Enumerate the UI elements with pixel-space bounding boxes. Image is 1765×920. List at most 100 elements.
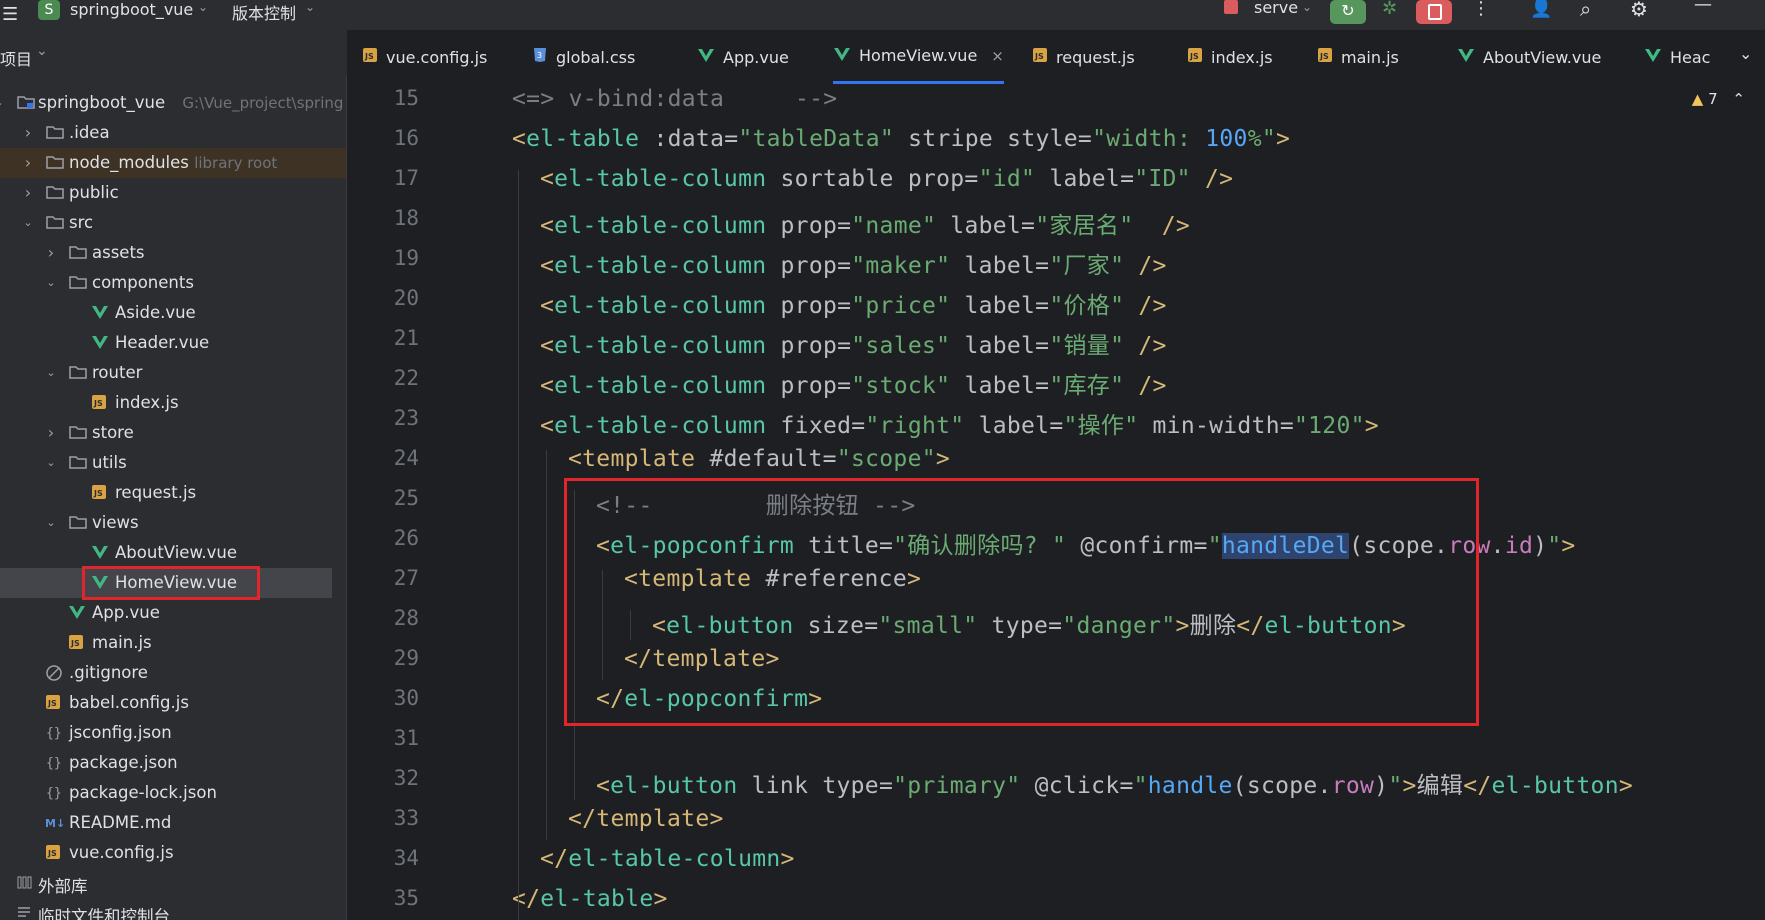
line-number: 21 <box>393 326 419 350</box>
code-token: /> <box>1138 293 1167 319</box>
line-gutter: 15 16 17 18 19 20 21 22 23 24 25 26 27 28 29 30 31 32 33 34… <box>347 84 452 920</box>
tab-index-js[interactable]: JS index.js <box>1187 30 1273 84</box>
line-number: 28 <box>393 606 419 630</box>
minimize-icon[interactable]: — <box>1694 0 1712 15</box>
tab-main-js[interactable]: JS main.js <box>1317 30 1399 84</box>
code-line[interactable]: <el-table :data="tableData" stripe style… <box>512 126 1290 152</box>
tab-homeview-vue[interactable]: HomeView.vue × <box>833 30 1004 84</box>
tree-item[interactable]: {} jsconfig.json <box>0 718 346 748</box>
run-config-name[interactable]: serve <box>1254 0 1298 17</box>
chevron-down-icon[interactable]: ⌄ <box>46 367 56 378</box>
tab-app-vue[interactable]: App.vue <box>697 30 789 84</box>
tree-item[interactable]: JS vue.config.js <box>0 838 346 868</box>
code-token: label= <box>1035 166 1135 192</box>
tree-item-label: package.json <box>69 753 178 772</box>
tree-folder-utils[interactable]: ⌄ utils <box>0 448 346 478</box>
code-token: prop= <box>766 213 852 239</box>
tree-item[interactable]: Header.vue <box>0 328 346 358</box>
chevron-down-icon[interactable]: ⌄ <box>305 0 315 14</box>
run-config-icon[interactable] <box>1224 0 1238 14</box>
code-token: /> <box>1161 213 1190 239</box>
tree-item[interactable]: AboutView.vue <box>0 538 346 568</box>
chevron-right-icon[interactable]: › <box>46 425 56 441</box>
debug-icon[interactable]: ✲ <box>1382 0 1397 19</box>
line-number: 34 <box>393 846 419 870</box>
tab-aboutview-vue[interactable]: AboutView.vue <box>1457 30 1601 84</box>
code-line[interactable]: <el-table-column prop="name" label="家居名"… <box>540 206 1190 240</box>
svg-text:JS: JS <box>47 699 57 708</box>
code-editor[interactable]: ▲ 7 ⌃ <=> v-bind:data --> <el-table :data… <box>452 84 1765 920</box>
tree-folder-src[interactable]: ⌄ src <box>0 208 346 238</box>
code-token: < <box>540 333 555 359</box>
code-line[interactable]: </el-table> <box>512 886 668 912</box>
code-token: prop= <box>766 333 852 359</box>
tree-folder-views[interactable]: ⌄ views <box>0 508 346 538</box>
chevron-down-icon[interactable]: ⌄ <box>46 517 56 528</box>
chevron-right-icon[interactable]: › <box>23 125 33 141</box>
run-button[interactable]: ↻ <box>1330 0 1366 24</box>
tree-folder-components[interactable]: ⌄ components <box>0 268 346 298</box>
tab-heac[interactable]: Heac <box>1644 30 1710 84</box>
warning-count[interactable]: ▲ 7 ⌃ <box>1692 90 1745 108</box>
project-name[interactable]: springboot_vue <box>70 0 193 19</box>
code-line[interactable]: <el-button link type="primary" @click="h… <box>596 766 1633 800</box>
code-line[interactable]: <=> v-bind:data --> <box>512 86 837 112</box>
code-token: %" <box>1247 126 1276 152</box>
tree-item[interactable]: App.vue <box>0 598 346 628</box>
chevron-right-icon[interactable]: › <box>23 155 33 171</box>
code-line[interactable]: <template #default="scope"> <box>568 446 950 472</box>
gear-icon[interactable]: ⚙ <box>1630 0 1648 21</box>
code-line[interactable]: <el-table-column prop="sales" label="销量"… <box>540 326 1167 360</box>
code-line[interactable]: <el-table-column prop="price" label="价格"… <box>540 286 1167 320</box>
main-menu-icon[interactable]: ☰ <box>2 4 18 25</box>
code-line[interactable]: <el-table-column fixed="right" label="操作… <box>540 406 1379 440</box>
chevron-down-icon[interactable]: ⌄ <box>46 277 56 288</box>
tree-item[interactable]: {} package-lock.json <box>0 778 346 808</box>
chevron-down-icon[interactable]: ⌄ <box>36 43 48 59</box>
tree-item[interactable]: {} package.json <box>0 748 346 778</box>
tree-item[interactable]: 外部库 <box>0 868 346 898</box>
vcs-menu[interactable]: 版本控制 <box>232 0 296 24</box>
stop-button[interactable] <box>1416 0 1452 24</box>
tree-folder-springboot-vue[interactable]: ⌄ springboot_vue G:\Vue_project\spring <box>0 88 346 118</box>
tree-folder-assets[interactable]: › assets <box>0 238 346 268</box>
close-icon[interactable]: × <box>991 47 1004 65</box>
tree-folder--idea[interactable]: › .idea <box>0 118 346 148</box>
chevron-down-icon[interactable]: ⌄ <box>46 457 56 468</box>
tab-request-js[interactable]: JS request.js <box>1032 30 1135 84</box>
js-file-icon: JS <box>45 694 61 714</box>
more-icon[interactable]: ⋮ <box>1472 0 1490 19</box>
tree-folder-public[interactable]: › public <box>0 178 346 208</box>
tree-item[interactable]: .gitignore <box>0 658 346 688</box>
code-line[interactable]: </template> <box>568 806 724 832</box>
tree-item[interactable]: Aside.vue <box>0 298 346 328</box>
tree-item[interactable]: JS index.js <box>0 388 346 418</box>
code-line[interactable]: <el-table-column sortable prop="id" labe… <box>540 166 1233 192</box>
tree-item[interactable]: M↓ README.md <box>0 808 346 838</box>
chevron-right-icon[interactable]: › <box>23 185 33 201</box>
tree-item[interactable]: JS request.js <box>0 478 346 508</box>
add-user-icon[interactable]: 👤 <box>1530 0 1552 19</box>
tree-folder-node-modules[interactable]: › node_modules library root <box>0 148 346 178</box>
project-badge[interactable]: S <box>38 0 60 20</box>
tree-item[interactable]: 临时文件和控制台 <box>0 898 346 920</box>
tree-folder-router[interactable]: ⌄ router <box>0 358 346 388</box>
chevron-down-icon[interactable]: ⌄ <box>23 217 33 228</box>
code-line[interactable]: </el-table-column> <box>540 846 795 872</box>
tree-item[interactable]: JS babel.config.js <box>0 688 346 718</box>
chevron-down-icon[interactable]: ⌄ <box>0 97 4 108</box>
tree-folder-store[interactable]: › store <box>0 418 346 448</box>
tree-item[interactable]: JS main.js <box>0 628 346 658</box>
svg-text:M↓: M↓ <box>45 817 65 830</box>
tabs-overflow-chevron-icon[interactable]: ⌄ <box>1739 44 1752 63</box>
code-line[interactable]: <el-table-column prop="maker" label="厂家"… <box>540 246 1167 280</box>
search-icon[interactable]: ⌕ <box>1580 0 1591 21</box>
chevron-down-icon[interactable]: ⌄ <box>1302 0 1312 14</box>
tab-global-css[interactable]: 3 global.css <box>532 30 635 84</box>
chevron-right-icon[interactable]: › <box>46 245 56 261</box>
tab-vue-config-js[interactable]: JS vue.config.js <box>362 30 487 84</box>
code-line[interactable]: <el-table-column prop="stock" label="库存"… <box>540 366 1167 400</box>
chevron-down-icon[interactable]: ⌄ <box>198 0 208 14</box>
project-panel-title[interactable]: 项目 <box>0 46 32 70</box>
